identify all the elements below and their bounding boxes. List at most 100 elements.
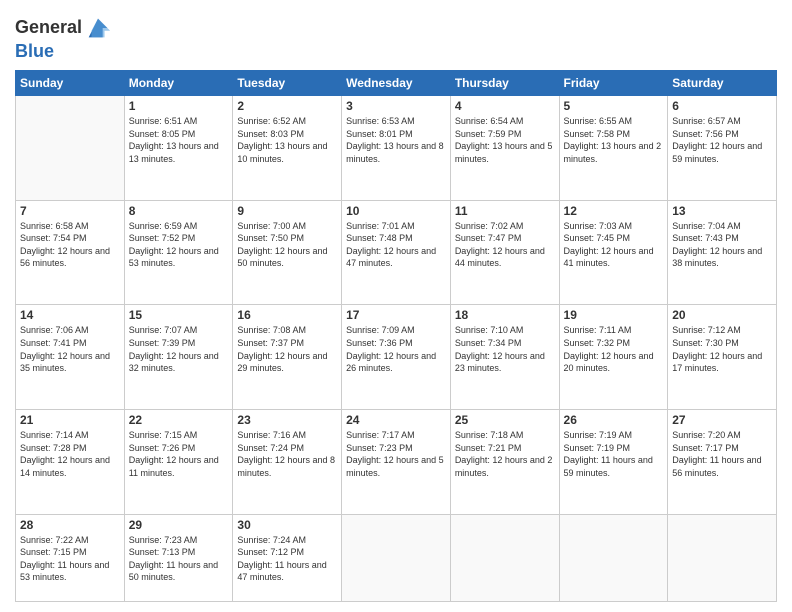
calendar-cell: 2 Sunrise: 6:52 AMSunset: 8:03 PMDayligh… bbox=[233, 96, 342, 201]
day-number: 22 bbox=[129, 413, 229, 427]
calendar-cell: 29 Sunrise: 7:23 AMSunset: 7:13 PMDaylig… bbox=[124, 514, 233, 601]
cell-info: Sunrise: 7:04 AMSunset: 7:43 PMDaylight:… bbox=[672, 220, 772, 270]
weekday-header: Monday bbox=[124, 71, 233, 96]
day-number: 18 bbox=[455, 308, 555, 322]
day-number: 30 bbox=[237, 518, 337, 532]
cell-info: Sunrise: 7:12 AMSunset: 7:30 PMDaylight:… bbox=[672, 324, 772, 374]
day-number: 6 bbox=[672, 99, 772, 113]
calendar-cell: 8 Sunrise: 6:59 AMSunset: 7:52 PMDayligh… bbox=[124, 200, 233, 305]
day-number: 26 bbox=[564, 413, 664, 427]
calendar-cell: 27 Sunrise: 7:20 AMSunset: 7:17 PMDaylig… bbox=[668, 410, 777, 515]
cell-info: Sunrise: 7:02 AMSunset: 7:47 PMDaylight:… bbox=[455, 220, 555, 270]
calendar-cell: 23 Sunrise: 7:16 AMSunset: 7:24 PMDaylig… bbox=[233, 410, 342, 515]
calendar-cell bbox=[342, 514, 451, 601]
header: General Blue bbox=[15, 10, 777, 62]
calendar-cell: 13 Sunrise: 7:04 AMSunset: 7:43 PMDaylig… bbox=[668, 200, 777, 305]
day-number: 2 bbox=[237, 99, 337, 113]
calendar-cell: 25 Sunrise: 7:18 AMSunset: 7:21 PMDaylig… bbox=[450, 410, 559, 515]
weekday-header-row: SundayMondayTuesdayWednesdayThursdayFrid… bbox=[16, 71, 777, 96]
calendar-cell: 30 Sunrise: 7:24 AMSunset: 7:12 PMDaylig… bbox=[233, 514, 342, 601]
day-number: 21 bbox=[20, 413, 120, 427]
calendar-cell: 24 Sunrise: 7:17 AMSunset: 7:23 PMDaylig… bbox=[342, 410, 451, 515]
calendar-cell bbox=[559, 514, 668, 601]
cell-info: Sunrise: 7:14 AMSunset: 7:28 PMDaylight:… bbox=[20, 429, 120, 479]
logo-general-text: General bbox=[15, 18, 82, 38]
day-number: 14 bbox=[20, 308, 120, 322]
weekday-header: Saturday bbox=[668, 71, 777, 96]
cell-info: Sunrise: 6:52 AMSunset: 8:03 PMDaylight:… bbox=[237, 115, 337, 165]
cell-info: Sunrise: 7:16 AMSunset: 7:24 PMDaylight:… bbox=[237, 429, 337, 479]
cell-info: Sunrise: 6:57 AMSunset: 7:56 PMDaylight:… bbox=[672, 115, 772, 165]
cell-info: Sunrise: 7:18 AMSunset: 7:21 PMDaylight:… bbox=[455, 429, 555, 479]
weekday-header: Thursday bbox=[450, 71, 559, 96]
day-number: 17 bbox=[346, 308, 446, 322]
cell-info: Sunrise: 7:00 AMSunset: 7:50 PMDaylight:… bbox=[237, 220, 337, 270]
day-number: 1 bbox=[129, 99, 229, 113]
calendar-cell: 1 Sunrise: 6:51 AMSunset: 8:05 PMDayligh… bbox=[124, 96, 233, 201]
cell-info: Sunrise: 6:59 AMSunset: 7:52 PMDaylight:… bbox=[129, 220, 229, 270]
calendar-cell: 12 Sunrise: 7:03 AMSunset: 7:45 PMDaylig… bbox=[559, 200, 668, 305]
weekday-header: Friday bbox=[559, 71, 668, 96]
calendar-cell: 16 Sunrise: 7:08 AMSunset: 7:37 PMDaylig… bbox=[233, 305, 342, 410]
calendar-cell: 10 Sunrise: 7:01 AMSunset: 7:48 PMDaylig… bbox=[342, 200, 451, 305]
calendar-cell: 26 Sunrise: 7:19 AMSunset: 7:19 PMDaylig… bbox=[559, 410, 668, 515]
cell-info: Sunrise: 7:22 AMSunset: 7:15 PMDaylight:… bbox=[20, 534, 120, 584]
day-number: 7 bbox=[20, 204, 120, 218]
calendar-cell: 15 Sunrise: 7:07 AMSunset: 7:39 PMDaylig… bbox=[124, 305, 233, 410]
day-number: 3 bbox=[346, 99, 446, 113]
calendar-cell bbox=[16, 96, 125, 201]
calendar-cell: 20 Sunrise: 7:12 AMSunset: 7:30 PMDaylig… bbox=[668, 305, 777, 410]
day-number: 16 bbox=[237, 308, 337, 322]
day-number: 20 bbox=[672, 308, 772, 322]
page: General Blue SundayMondayTuesdayWednesda… bbox=[0, 0, 792, 612]
calendar-cell bbox=[668, 514, 777, 601]
calendar-cell: 19 Sunrise: 7:11 AMSunset: 7:32 PMDaylig… bbox=[559, 305, 668, 410]
day-number: 19 bbox=[564, 308, 664, 322]
cell-info: Sunrise: 7:09 AMSunset: 7:36 PMDaylight:… bbox=[346, 324, 446, 374]
cell-info: Sunrise: 7:01 AMSunset: 7:48 PMDaylight:… bbox=[346, 220, 446, 270]
calendar-cell: 11 Sunrise: 7:02 AMSunset: 7:47 PMDaylig… bbox=[450, 200, 559, 305]
calendar-cell bbox=[450, 514, 559, 601]
cell-info: Sunrise: 7:19 AMSunset: 7:19 PMDaylight:… bbox=[564, 429, 664, 479]
day-number: 24 bbox=[346, 413, 446, 427]
day-number: 5 bbox=[564, 99, 664, 113]
day-number: 27 bbox=[672, 413, 772, 427]
calendar-cell: 7 Sunrise: 6:58 AMSunset: 7:54 PMDayligh… bbox=[16, 200, 125, 305]
logo-blue-text: Blue bbox=[15, 41, 54, 61]
calendar-cell: 3 Sunrise: 6:53 AMSunset: 8:01 PMDayligh… bbox=[342, 96, 451, 201]
calendar-week-row: 28 Sunrise: 7:22 AMSunset: 7:15 PMDaylig… bbox=[16, 514, 777, 601]
logo: General Blue bbox=[15, 14, 112, 62]
calendar-week-row: 7 Sunrise: 6:58 AMSunset: 7:54 PMDayligh… bbox=[16, 200, 777, 305]
calendar-cell: 4 Sunrise: 6:54 AMSunset: 7:59 PMDayligh… bbox=[450, 96, 559, 201]
day-number: 29 bbox=[129, 518, 229, 532]
logo-icon bbox=[84, 14, 112, 42]
calendar-cell: 17 Sunrise: 7:09 AMSunset: 7:36 PMDaylig… bbox=[342, 305, 451, 410]
calendar-cell: 18 Sunrise: 7:10 AMSunset: 7:34 PMDaylig… bbox=[450, 305, 559, 410]
cell-info: Sunrise: 6:55 AMSunset: 7:58 PMDaylight:… bbox=[564, 115, 664, 165]
cell-info: Sunrise: 7:08 AMSunset: 7:37 PMDaylight:… bbox=[237, 324, 337, 374]
day-number: 13 bbox=[672, 204, 772, 218]
calendar-week-row: 14 Sunrise: 7:06 AMSunset: 7:41 PMDaylig… bbox=[16, 305, 777, 410]
calendar-table: SundayMondayTuesdayWednesdayThursdayFrid… bbox=[15, 70, 777, 602]
calendar-cell: 14 Sunrise: 7:06 AMSunset: 7:41 PMDaylig… bbox=[16, 305, 125, 410]
cell-info: Sunrise: 7:06 AMSunset: 7:41 PMDaylight:… bbox=[20, 324, 120, 374]
calendar-cell: 21 Sunrise: 7:14 AMSunset: 7:28 PMDaylig… bbox=[16, 410, 125, 515]
day-number: 11 bbox=[455, 204, 555, 218]
weekday-header: Tuesday bbox=[233, 71, 342, 96]
day-number: 8 bbox=[129, 204, 229, 218]
cell-info: Sunrise: 7:11 AMSunset: 7:32 PMDaylight:… bbox=[564, 324, 664, 374]
cell-info: Sunrise: 7:15 AMSunset: 7:26 PMDaylight:… bbox=[129, 429, 229, 479]
day-number: 12 bbox=[564, 204, 664, 218]
day-number: 9 bbox=[237, 204, 337, 218]
cell-info: Sunrise: 6:51 AMSunset: 8:05 PMDaylight:… bbox=[129, 115, 229, 165]
calendar-cell: 22 Sunrise: 7:15 AMSunset: 7:26 PMDaylig… bbox=[124, 410, 233, 515]
cell-info: Sunrise: 6:58 AMSunset: 7:54 PMDaylight:… bbox=[20, 220, 120, 270]
cell-info: Sunrise: 6:54 AMSunset: 7:59 PMDaylight:… bbox=[455, 115, 555, 165]
day-number: 25 bbox=[455, 413, 555, 427]
day-number: 4 bbox=[455, 99, 555, 113]
day-number: 10 bbox=[346, 204, 446, 218]
calendar-week-row: 1 Sunrise: 6:51 AMSunset: 8:05 PMDayligh… bbox=[16, 96, 777, 201]
cell-info: Sunrise: 7:23 AMSunset: 7:13 PMDaylight:… bbox=[129, 534, 229, 584]
cell-info: Sunrise: 6:53 AMSunset: 8:01 PMDaylight:… bbox=[346, 115, 446, 165]
calendar-cell: 28 Sunrise: 7:22 AMSunset: 7:15 PMDaylig… bbox=[16, 514, 125, 601]
